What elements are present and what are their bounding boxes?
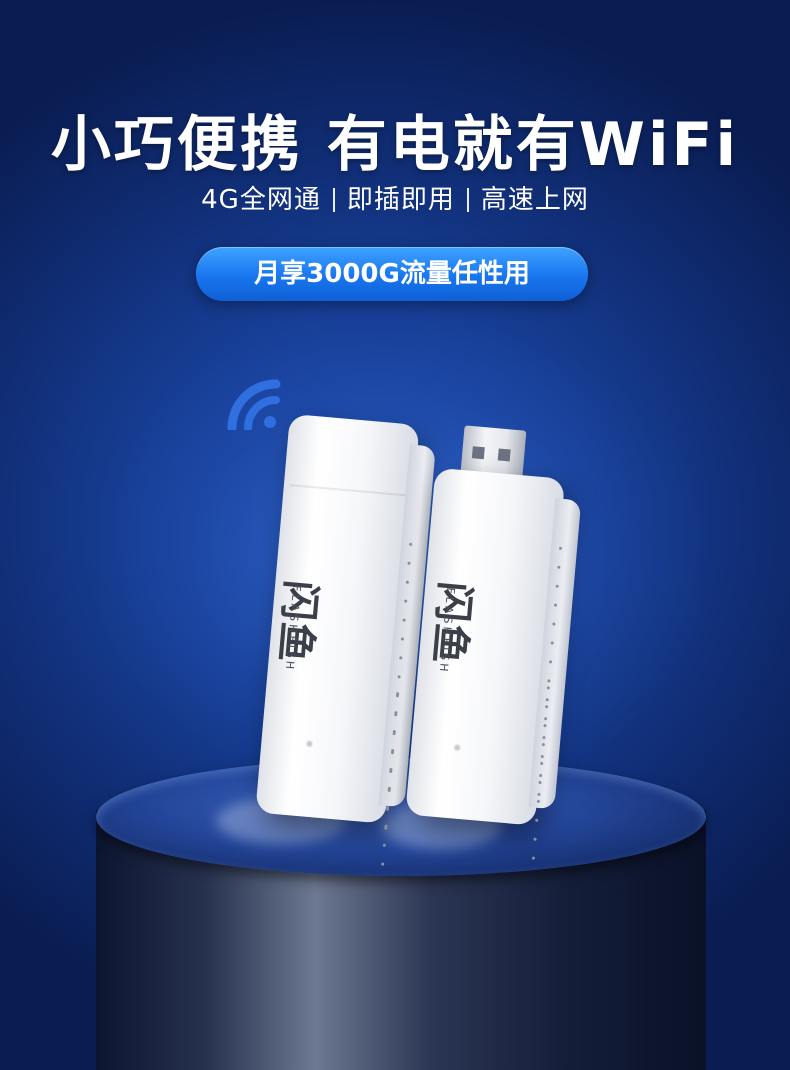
feature-separator xyxy=(332,188,335,212)
wifi-signal-icon xyxy=(227,379,281,430)
status-led xyxy=(307,741,312,746)
cap-seam xyxy=(289,484,408,497)
feature-item: 4G全网通 xyxy=(201,185,321,215)
status-led xyxy=(455,745,460,750)
usb-contact xyxy=(497,448,511,462)
wifi-dongle-capped: 闪鱼 FLASHFISH xyxy=(255,413,436,866)
promo-badge: 月享3000G流量任性用 xyxy=(196,247,588,301)
feature-separator xyxy=(466,188,469,212)
feature-list: 4G全网通 即插即用 高速上网 xyxy=(0,179,790,216)
feature-item: 高速上网 xyxy=(480,185,589,215)
headline: 小巧便携 有电就有WiFi xyxy=(50,110,740,180)
feature-item: 即插即用 xyxy=(346,185,455,215)
usb-contact xyxy=(471,446,485,460)
